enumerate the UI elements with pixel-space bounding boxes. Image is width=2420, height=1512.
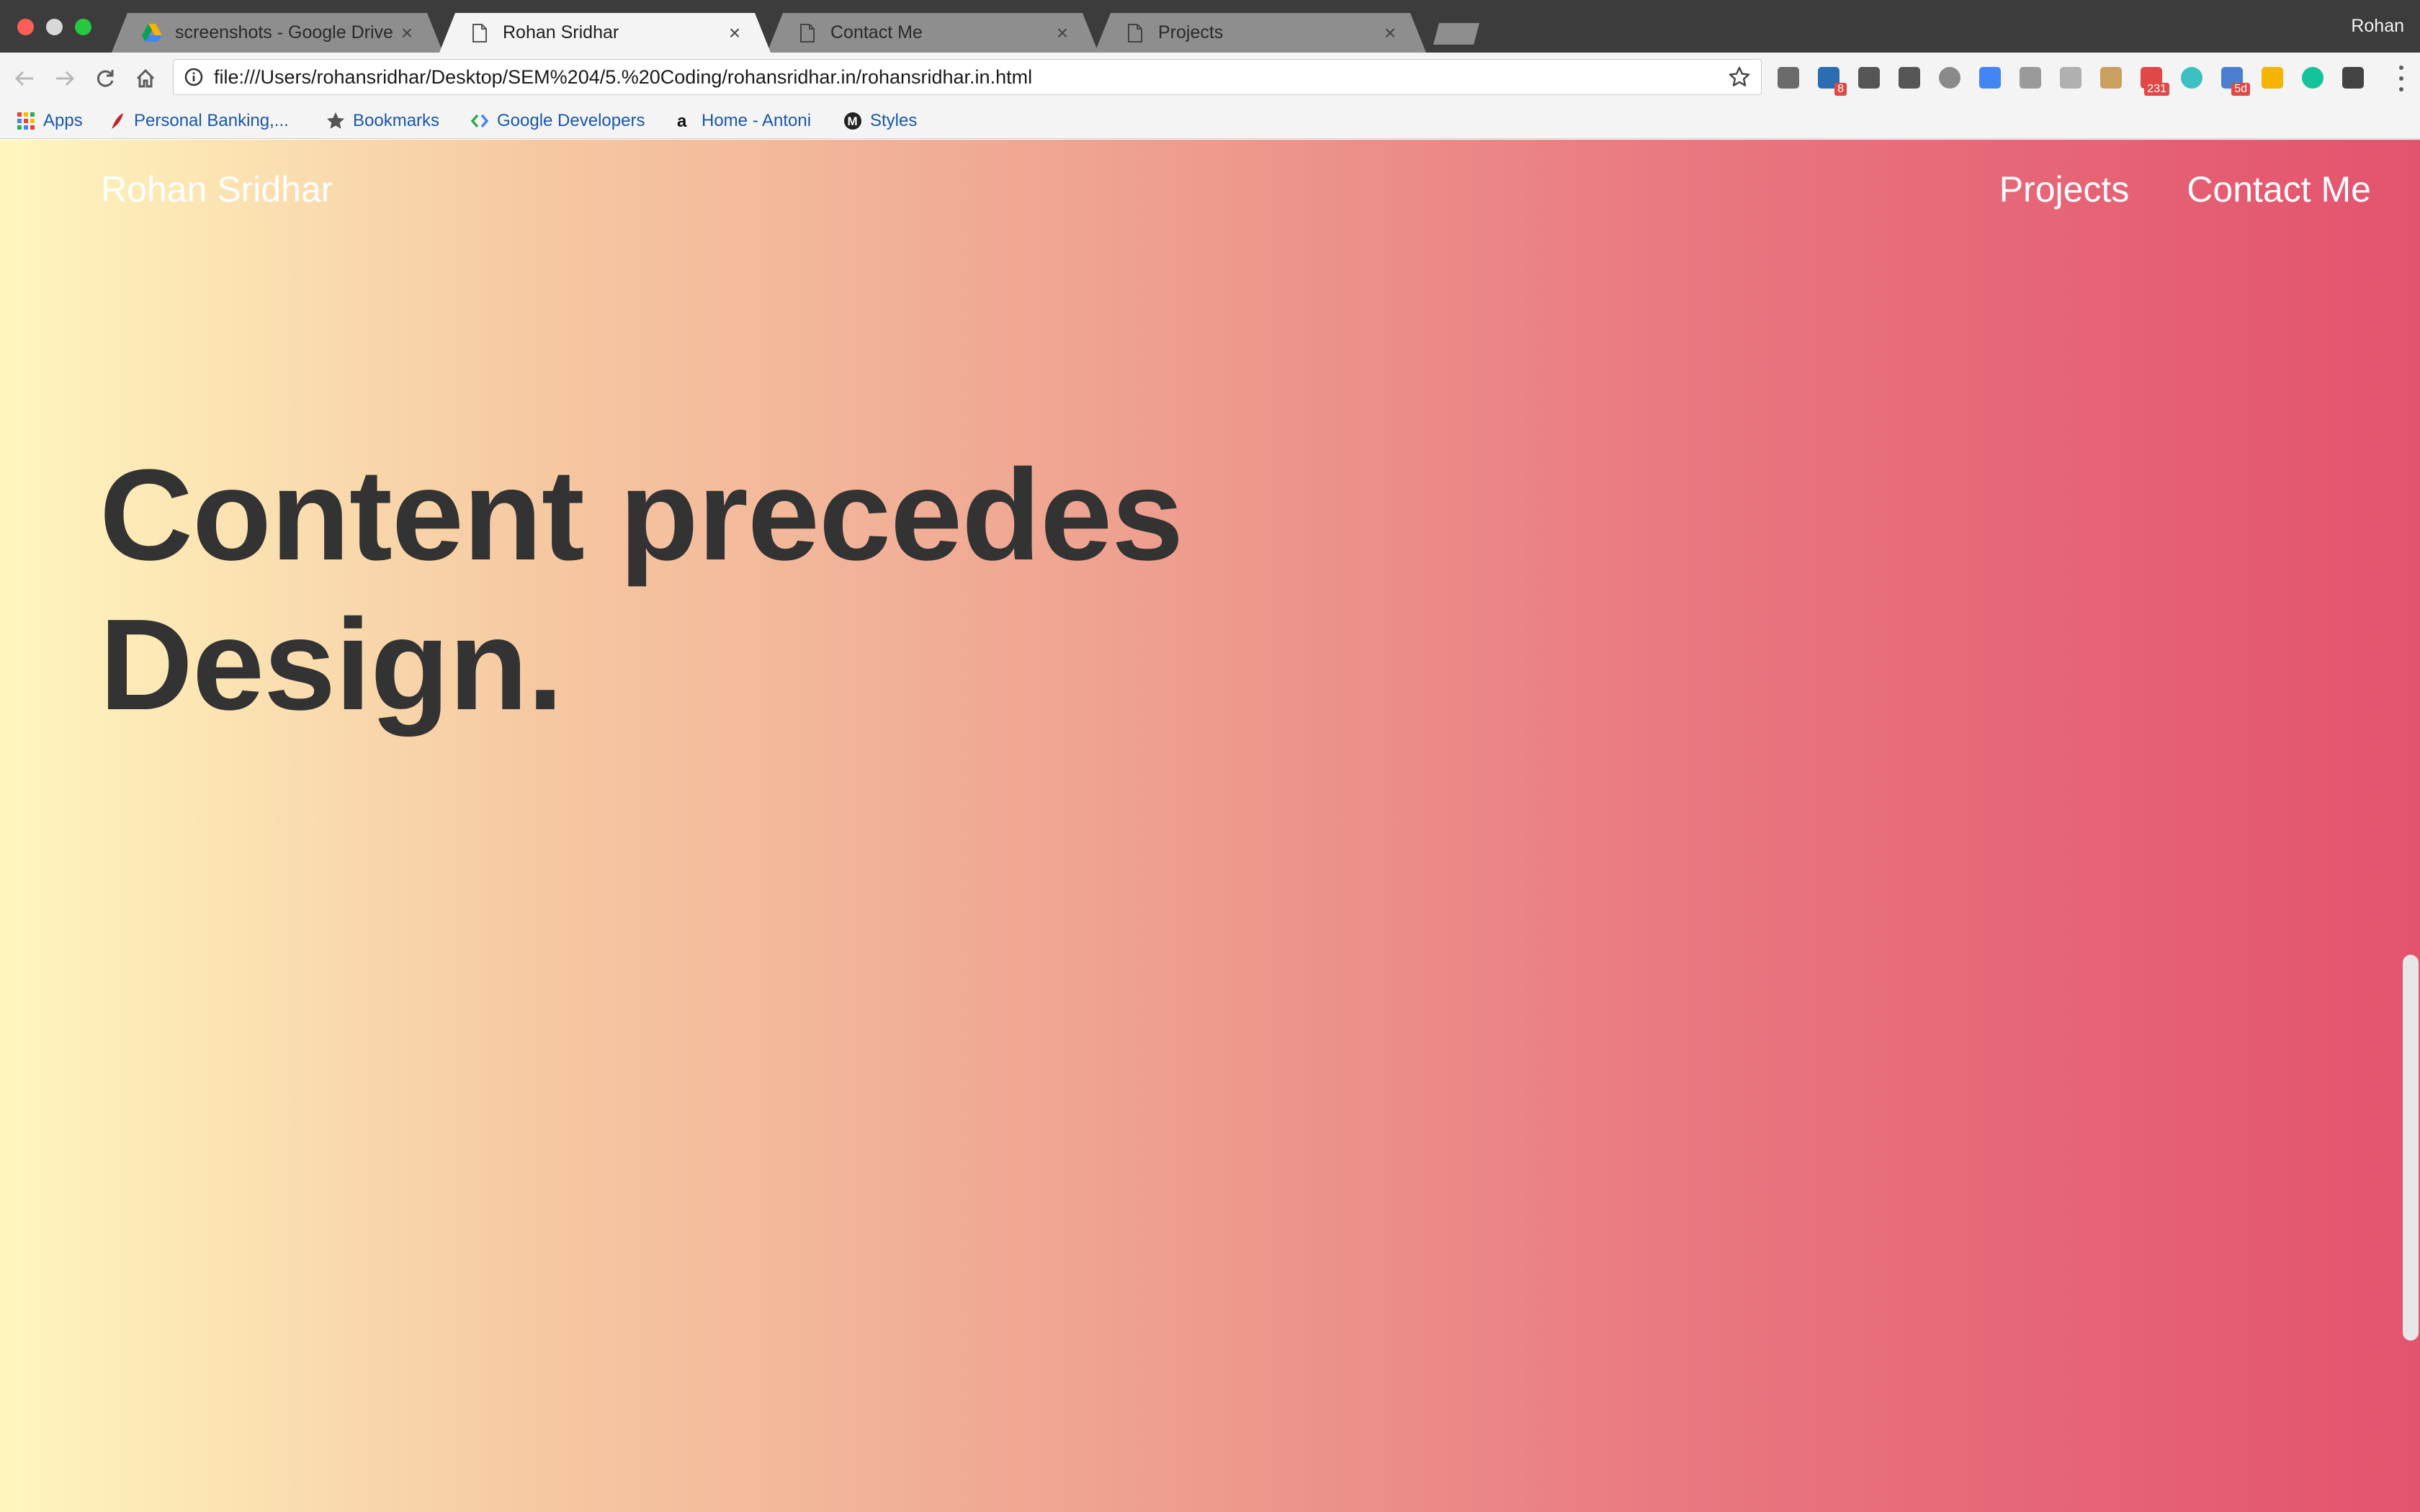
page-content: Rohan Sridhar Projects Contact Me Conten… [0, 140, 2420, 1512]
bookmark-label: Bookmarks [353, 111, 440, 130]
forward-button[interactable] [49, 63, 81, 94]
hero-line-1: Content precedes [99, 443, 1183, 588]
google-drive-extension-icon[interactable] [2260, 66, 2285, 90]
function-extension-icon[interactable] [2341, 66, 2365, 90]
google-drive-icon [142, 23, 162, 43]
camera-extension-icon[interactable] [2058, 66, 2083, 90]
close-tab-icon[interactable]: × [393, 22, 421, 45]
bookmark-label: Home - Antoni [702, 111, 812, 130]
page-icon [797, 23, 817, 43]
bookmark-label: Apps [43, 111, 83, 130]
tab-rohan-sridhar[interactable]: Rohan Sridhar × [439, 13, 771, 53]
page-icon [470, 23, 490, 43]
profile-name[interactable]: Rohan [2351, 16, 2404, 37]
google-developers-icon [470, 111, 490, 131]
scrollbar-track[interactable] [2398, 140, 2420, 1512]
back-arrow-icon [14, 71, 33, 86]
back-button[interactable] [9, 63, 40, 94]
extension-badge: 5d [2231, 83, 2250, 96]
site-nav: Projects Contact Me [1999, 168, 2371, 210]
hero-line-2: Design. [99, 593, 563, 737]
zoom-window-button[interactable] [75, 19, 91, 35]
bookmark-label: Styles [870, 111, 918, 130]
browser-tab-bar: screenshots - Google Drive × Rohan Sridh… [0, 0, 2420, 53]
extension-badge: 231 [2144, 83, 2169, 96]
close-tab-icon[interactable]: × [1376, 22, 1404, 45]
bookmark-home-antoni[interactable]: a Home - Antoni [674, 109, 811, 133]
chat-bubble-extension-icon[interactable] [1937, 66, 1962, 90]
svg-text:M: M [848, 114, 858, 128]
translate-extension-icon[interactable] [1978, 66, 2002, 90]
extension-badge: 8 [1834, 83, 1847, 96]
page-icon [1125, 23, 1145, 43]
lightbulb-extension-icon[interactable] [1776, 66, 1801, 90]
bookmark-personal-banking[interactable]: Personal Banking,... [107, 109, 289, 133]
tab-title: Contact Me [830, 22, 923, 42]
bookmark-styles[interactable]: M Styles [843, 109, 917, 133]
url-text[interactable]: file:///Users/rohansridhar/Desktop/SEM%2… [214, 66, 1718, 89]
close-tab-icon[interactable]: × [1048, 22, 1077, 45]
tab-title: Projects [1158, 22, 1224, 42]
reload-icon [97, 70, 114, 87]
nav-contact-link[interactable]: Contact Me [2187, 168, 2371, 210]
scrollbar-thumb[interactable] [2403, 955, 2419, 1341]
calendar-extension-icon[interactable]: 5d [2220, 66, 2250, 96]
close-window-button[interactable] [17, 19, 34, 35]
browser-toolbar: file:///Users/rohansridhar/Desktop/SEM%2… [0, 53, 2420, 103]
tab-projects[interactable]: Projects × [1095, 13, 1426, 53]
hero-heading: Content precedes Design. [99, 441, 1468, 740]
nav-projects-link[interactable]: Projects [1999, 168, 2130, 210]
amazon-icon: a [674, 111, 694, 131]
eyedropper-extension-icon[interactable] [2099, 66, 2123, 90]
new-tab-button[interactable] [1433, 23, 1479, 45]
minimize-window-button[interactable] [46, 19, 63, 35]
tab-contact-me[interactable]: Contact Me × [767, 13, 1098, 53]
forward-arrow-icon [56, 71, 75, 86]
tab-title: Rohan Sridhar [503, 22, 619, 42]
info-icon[interactable] [174, 68, 214, 86]
linkedin-extension-icon[interactable]: 8 [1816, 66, 1847, 96]
bookmark-bookmarks[interactable]: Bookmarks [326, 109, 439, 133]
calendar-badge-extension-icon[interactable]: 231 [2139, 66, 2169, 96]
bank-icon [107, 111, 127, 131]
bookmark-label: Google Developers [497, 111, 645, 130]
home-icon [136, 68, 155, 88]
site-logo[interactable]: Rohan Sridhar [101, 168, 333, 210]
address-bar[interactable]: file:///Users/rohansridhar/Desktop/SEM%2… [173, 59, 1762, 95]
bookmarks-bar: Apps Personal Banking,... Bookmarks Goog… [0, 103, 2420, 139]
film-extension-icon[interactable] [1897, 66, 1922, 90]
svg-text:a: a [677, 112, 687, 130]
m-circle-extension-icon[interactable] [2179, 66, 2204, 90]
star-icon [326, 111, 346, 131]
home-button[interactable] [130, 63, 161, 94]
browser-menu-icon[interactable] [2397, 66, 2406, 91]
grammarly-extension-icon[interactable] [2300, 66, 2325, 90]
bookmark-apps[interactable]: Apps [16, 109, 83, 133]
tab-google-drive[interactable]: screenshots - Google Drive × [112, 13, 443, 53]
keep-extension-icon[interactable] [1857, 66, 1881, 90]
bookmark-google-developers[interactable]: Google Developers [470, 109, 645, 133]
tab-title: screenshots - Google Drive [175, 22, 393, 42]
window-extension-icon[interactable] [2018, 66, 2043, 90]
apps-grid-icon [16, 111, 36, 131]
bookmark-label: Personal Banking,... [134, 111, 289, 130]
styles-icon: M [843, 111, 863, 131]
close-tab-icon[interactable]: × [720, 22, 749, 45]
reload-button[interactable] [89, 63, 121, 94]
bookmark-star-icon[interactable] [1718, 66, 1761, 88]
